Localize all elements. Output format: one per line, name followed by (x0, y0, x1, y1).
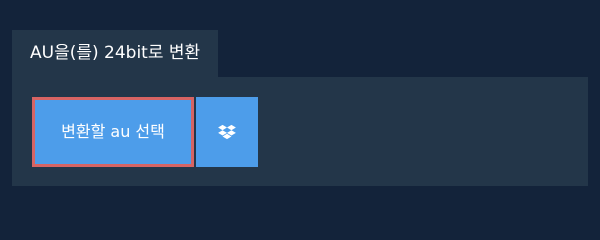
select-file-label: 변환할 au 선택 (61, 122, 165, 141)
dropbox-icon (218, 124, 236, 140)
select-file-button[interactable]: 변환할 au 선택 (32, 97, 194, 167)
dropbox-button[interactable] (196, 97, 258, 167)
converter-tab[interactable]: AU을(를) 24bit로 변환 (12, 30, 219, 77)
converter-tab-title: AU을(를) 24bit로 변환 (30, 43, 201, 63)
